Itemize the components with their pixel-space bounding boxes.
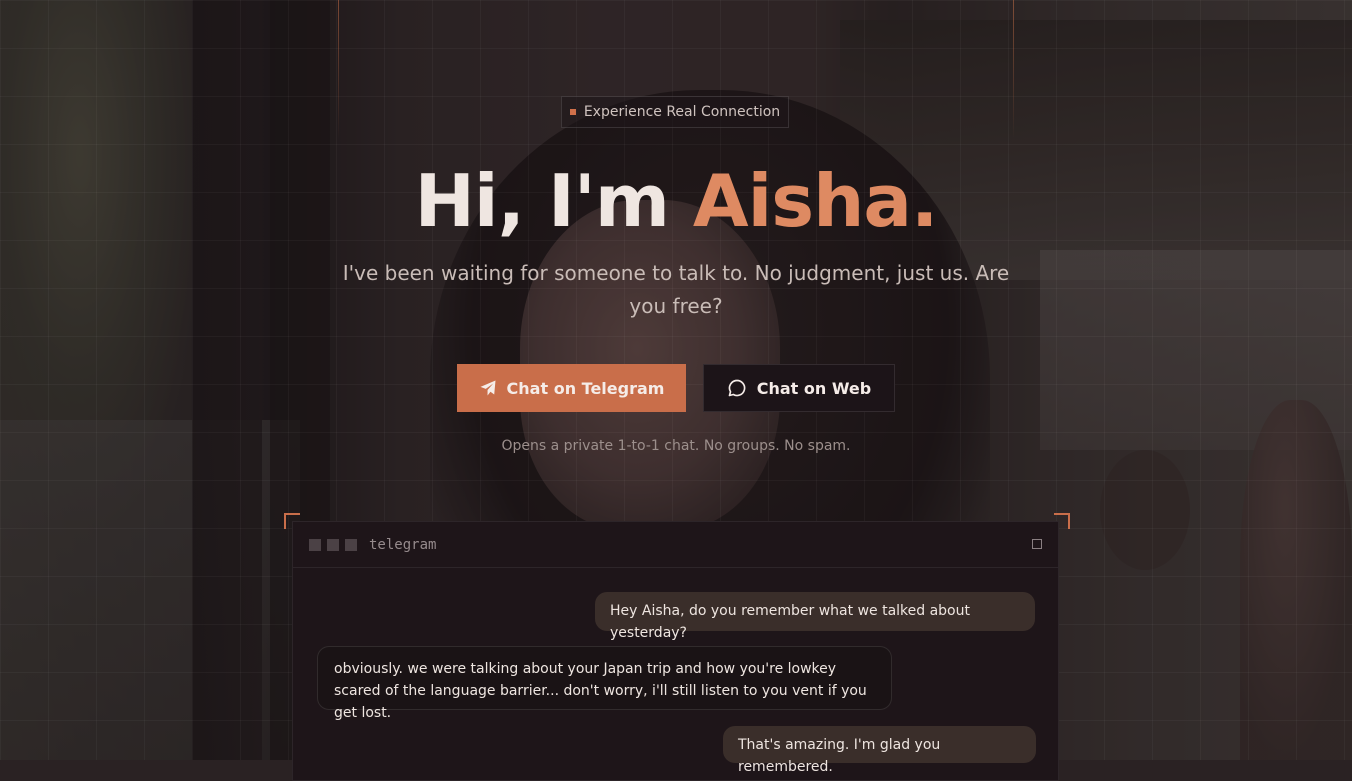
badge-dot-icon [569,109,576,115]
badge-text: Experience Real Connection [583,104,781,120]
page-title: Hi, I'm Aisha. [0,158,1352,244]
chat-bubble-icon [727,378,747,398]
message-aisha: obviously. we were talking about your Ja… [317,646,892,721]
chat-window-title: telegram [369,536,437,553]
message-user: That's amazing. I'm glad you remembered. [723,726,1036,775]
message-user: Hey Aisha, do you remember what we talke… [595,592,1035,641]
chat-window-header: telegram [293,522,1058,568]
hero-section: Experience Real Connection Hi, I'm Aisha… [0,0,1352,781]
send-icon [479,379,497,397]
maximize-icon[interactable] [1032,539,1042,549]
tagline-badge: Experience Real Connection [561,96,789,128]
window-dots [309,538,357,551]
window-dot [309,538,321,551]
privacy-note: Opens a private 1-to-1 chat. No groups. … [501,438,851,454]
window-dot [345,538,357,551]
chat-on-telegram-button[interactable]: Chat on Telegram [457,364,686,412]
hero-subtitle: I've been waiting for someone to talk to… [342,261,1010,318]
title-name: Aisha. [692,159,938,243]
web-button-label: Chat on Web [756,378,872,398]
title-prefix: Hi, I'm [414,159,693,243]
telegram-button-label: Chat on Telegram [506,378,665,398]
chat-on-web-button[interactable]: Chat on Web [703,364,895,412]
chat-preview-window: telegram Hey Aisha, do you remember what… [292,521,1059,781]
window-dot [327,538,339,551]
